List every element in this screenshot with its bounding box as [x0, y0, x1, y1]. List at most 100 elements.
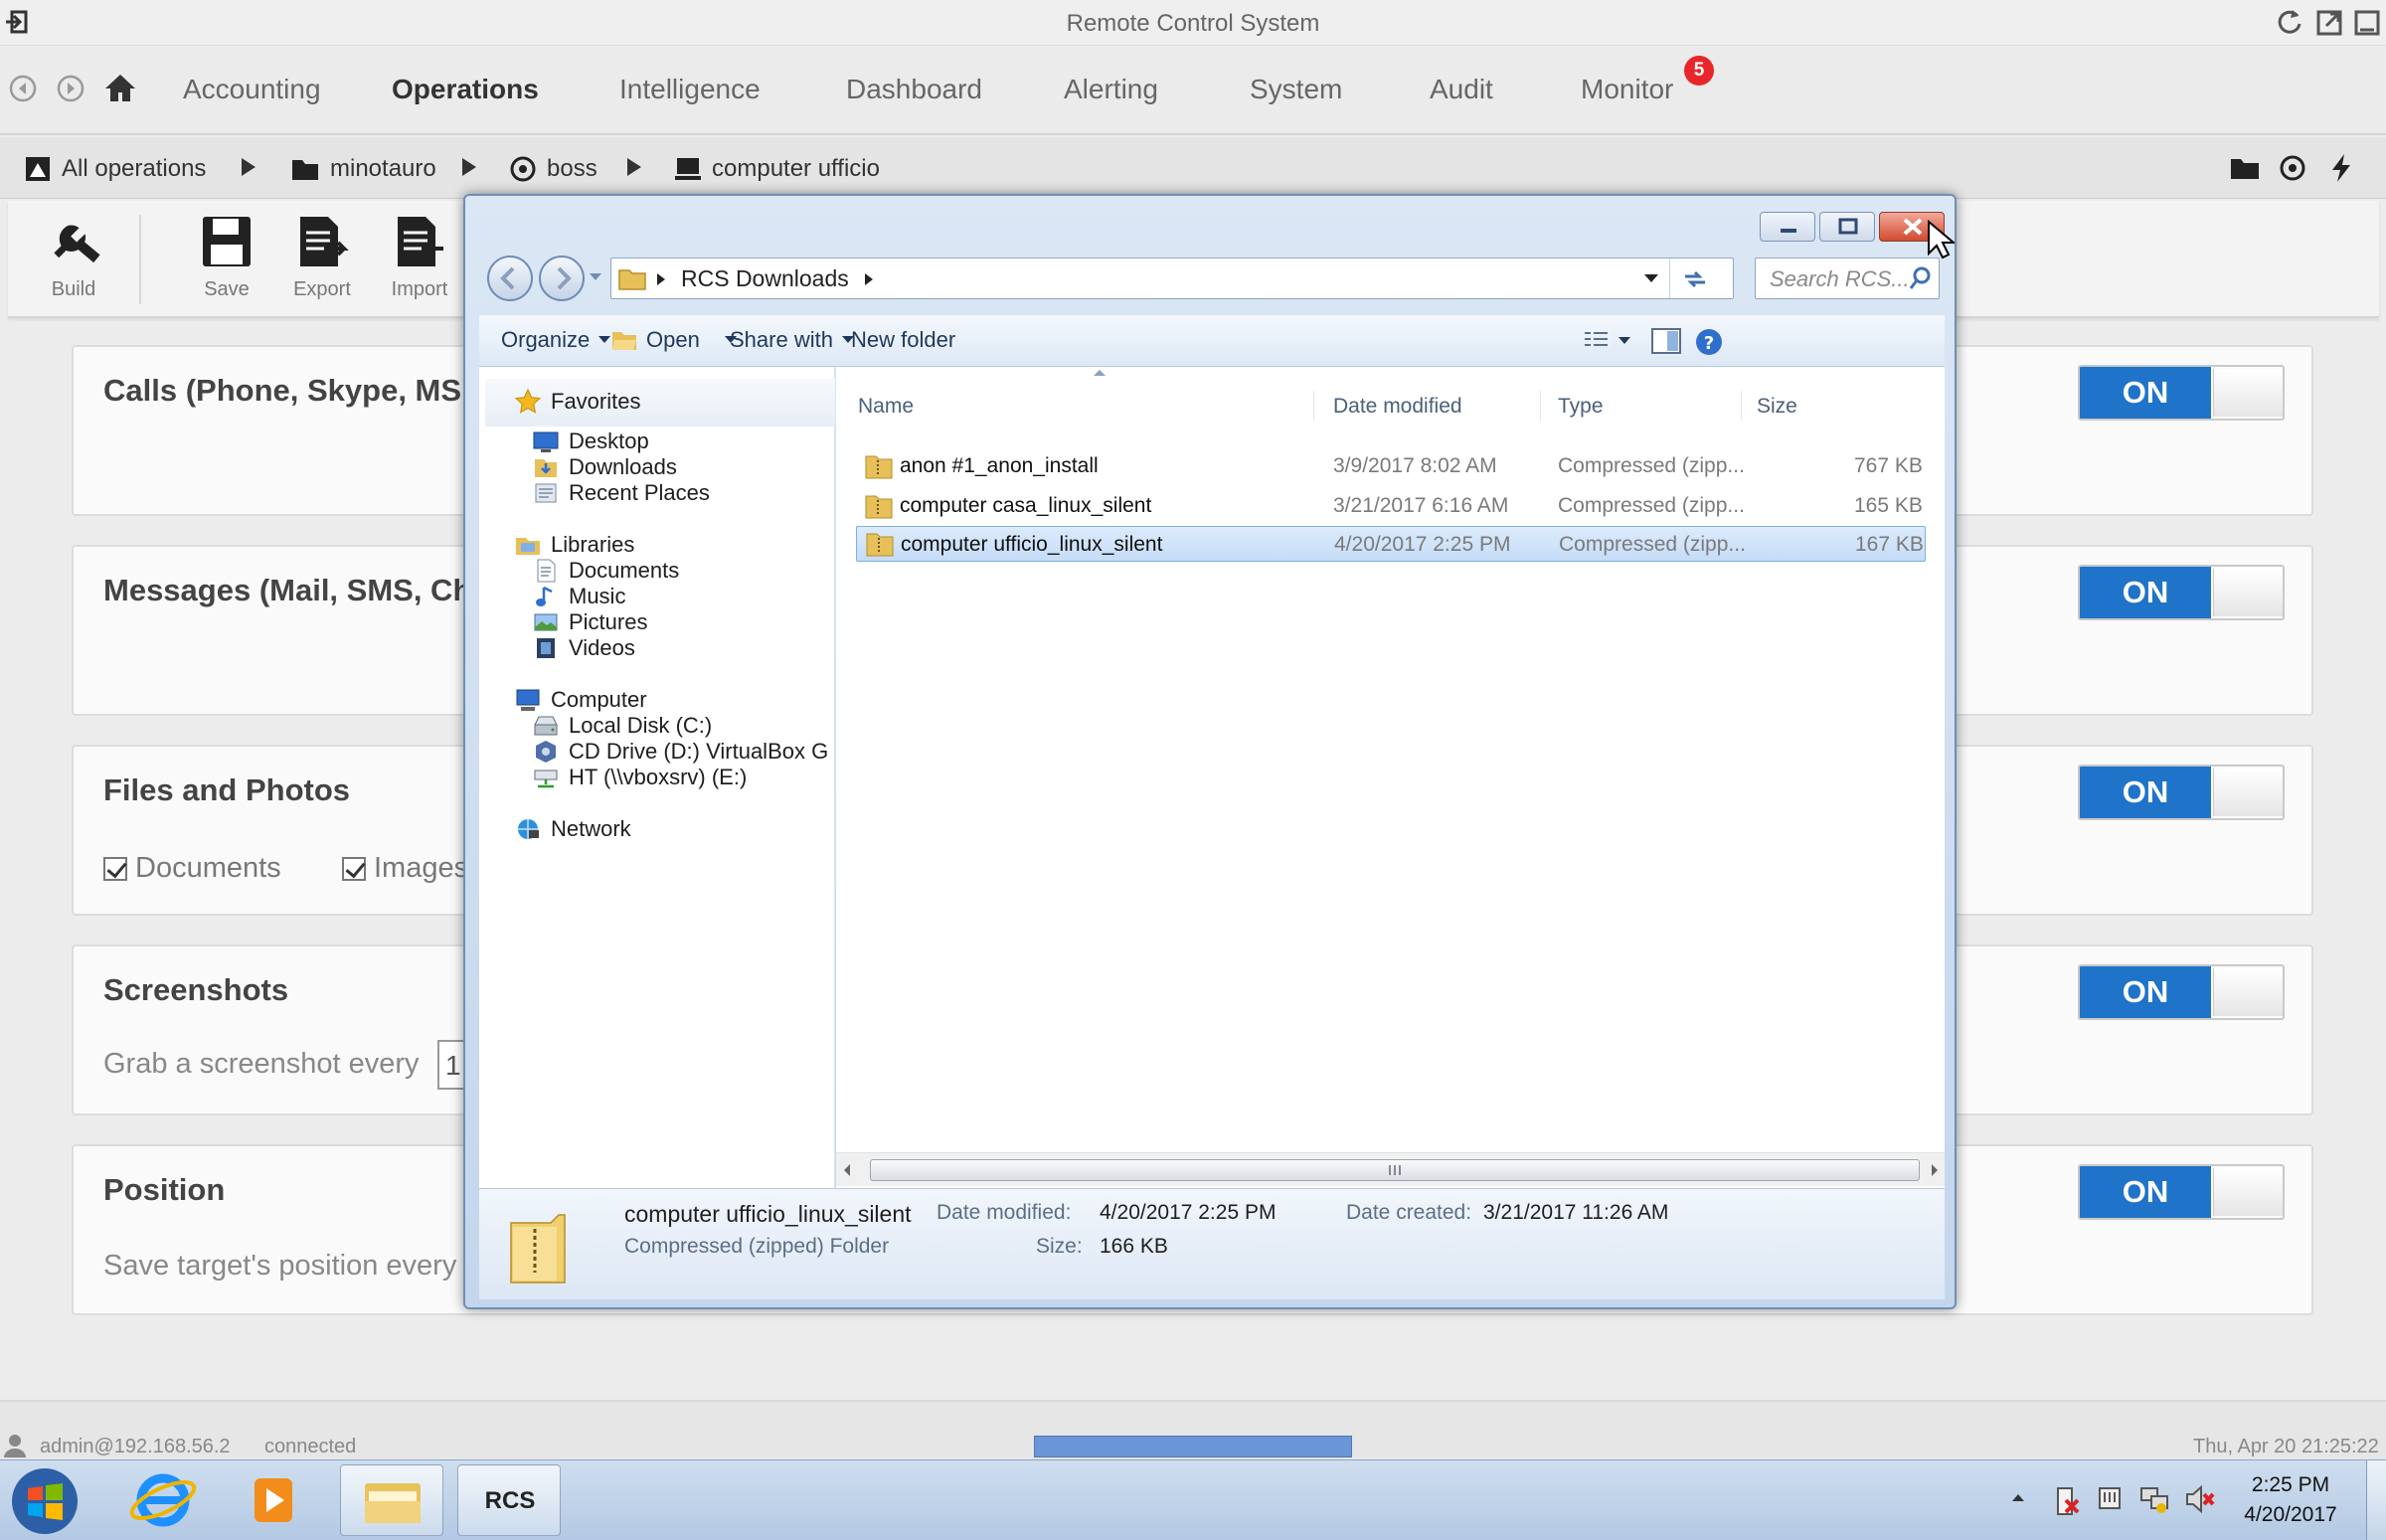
nav-recent-places[interactable]: Recent Places — [533, 480, 710, 506]
build-button[interactable]: Build — [34, 211, 113, 301]
scroll-left-icon[interactable] — [842, 1163, 852, 1177]
module-toggle[interactable]: ON — [2078, 565, 2285, 620]
nav-intelligence[interactable]: Intelligence — [619, 74, 761, 105]
search-icon[interactable] — [1909, 266, 1931, 290]
nav-monitor[interactable]: Monitor — [1581, 74, 1673, 105]
home-icon[interactable] — [103, 72, 137, 103]
status-connection: connected — [264, 1436, 357, 1457]
address-path[interactable]: RCS Downloads — [681, 265, 849, 292]
nav-libraries[interactable]: Libraries — [515, 532, 634, 558]
open-button[interactable]: Open — [610, 327, 738, 353]
action-center-icon[interactable] — [2052, 1486, 2082, 1516]
nav-local-disk[interactable]: Local Disk (C:) — [533, 713, 712, 739]
media-player-icon — [255, 1478, 292, 1522]
file-row-selected[interactable]: computer ufficio_linux_silent 4/20/2017 … — [856, 526, 1926, 562]
view-options-icon[interactable] — [1583, 329, 1632, 353]
scroll-thumb[interactable] — [870, 1159, 1920, 1181]
file-name: computer ufficio_linux_silent — [901, 533, 1163, 556]
device-icon[interactable] — [2096, 1484, 2124, 1514]
clock[interactable]: 2:25 PM 4/20/2017 — [2243, 1470, 2338, 1530]
forward-icon[interactable] — [56, 74, 85, 103]
column-header-size[interactable]: Size — [1757, 395, 1797, 419]
nav-system[interactable]: System — [1250, 74, 1342, 105]
breadcrumb-separator-icon — [459, 155, 479, 179]
images-checkbox[interactable]: Images — [342, 852, 468, 885]
column-header-name[interactable]: Name — [858, 395, 914, 419]
nav-pictures[interactable]: Pictures — [533, 609, 647, 635]
rcs-taskbar-button[interactable]: RCS — [457, 1464, 561, 1536]
documents-checkbox[interactable]: Documents — [103, 852, 281, 885]
nav-downloads[interactable]: Downloads — [533, 454, 677, 480]
zip-folder-icon — [865, 495, 893, 519]
windows-start-icon[interactable] — [10, 1466, 80, 1536]
open-folder-icon — [612, 332, 636, 350]
explorer-taskbar-button[interactable] — [340, 1464, 443, 1536]
new-folder-button[interactable]: New folder — [851, 327, 955, 353]
address-dropdown-icon[interactable] — [1643, 272, 1659, 284]
refresh-icon[interactable] — [2273, 6, 2304, 38]
nav-dashboard[interactable]: Dashboard — [846, 74, 982, 105]
refresh-icon[interactable] — [1681, 266, 1709, 292]
module-toggle[interactable]: ON — [2078, 964, 2285, 1020]
nav-cd-drive[interactable]: CD Drive (D:) VirtualBox G — [533, 739, 828, 765]
organize-button[interactable]: Organize — [501, 327, 611, 353]
nav-operations[interactable]: Operations — [392, 74, 539, 105]
breadcrumb-item-operation[interactable]: minotauro — [290, 155, 436, 183]
module-toggle[interactable]: ON — [2078, 1164, 2285, 1220]
recent-pages-dropdown-icon[interactable] — [589, 271, 602, 283]
search-input[interactable]: Search RCS... — [1755, 257, 1940, 299]
horizontal-scrollbar[interactable] — [836, 1152, 1945, 1186]
media-player-taskbar-button[interactable] — [221, 1464, 324, 1536]
share-with-button[interactable]: Share with — [730, 327, 855, 353]
rcs-taskbar-label: RCS — [484, 1487, 536, 1514]
explorer-maximize-button[interactable] — [1819, 212, 1875, 242]
save-button[interactable]: Save — [187, 211, 266, 301]
breadcrumb-item-all-operations[interactable]: All operations — [24, 155, 206, 183]
export-button[interactable]: Export — [282, 211, 362, 301]
share-label: Share with — [730, 327, 833, 352]
import-button[interactable]: Import — [380, 211, 459, 301]
show-hidden-icons-icon[interactable] — [2010, 1490, 2026, 1504]
lightning-icon[interactable] — [2330, 153, 2352, 183]
nav-documents[interactable]: Documents — [533, 558, 679, 584]
nav-label: CD Drive (D:) VirtualBox G — [569, 739, 829, 764]
network-icon[interactable] — [2139, 1484, 2169, 1514]
nav-audit[interactable]: Audit — [1430, 74, 1493, 105]
minimize-icon[interactable] — [2352, 6, 2384, 38]
volume-muted-icon[interactable] — [2185, 1484, 2215, 1514]
explorer-forward-button[interactable] — [537, 254, 587, 303]
nav-computer[interactable]: Computer — [515, 687, 647, 713]
maximize-icon[interactable] — [2314, 6, 2346, 38]
module-toggle[interactable]: ON — [2078, 765, 2285, 820]
nav-alerting[interactable]: Alerting — [1064, 74, 1158, 105]
checkbox-box — [342, 856, 366, 881]
target-icon[interactable] — [2279, 154, 2306, 182]
column-header-date-modified[interactable]: Date modified — [1333, 395, 1462, 419]
file-row[interactable]: computer casa_linux_silent 3/21/2017 6:1… — [856, 488, 1926, 524]
nav-videos[interactable]: Videos — [533, 635, 635, 661]
nav-accounting[interactable]: Accounting — [183, 74, 321, 105]
address-bar[interactable]: RCS Downloads — [610, 257, 1734, 299]
file-row[interactable]: anon #1_anon_install 3/9/2017 8:02 AM Co… — [856, 448, 1926, 484]
nav-favorites[interactable]: Favorites — [515, 389, 640, 415]
nav-music[interactable]: Music — [533, 584, 625, 609]
file-type: Compressed (zipp... — [1558, 494, 1745, 517]
explorer-minimize-button[interactable] — [1760, 212, 1815, 242]
module-toggle[interactable]: ON — [2078, 365, 2285, 421]
scroll-right-icon[interactable] — [1930, 1163, 1940, 1177]
folder-icon — [292, 160, 318, 180]
nav-network-drive[interactable]: HT (\\vboxsrv) (E:) — [533, 765, 747, 790]
nav-network[interactable]: Network — [515, 816, 631, 842]
show-desktop-button[interactable] — [2366, 1460, 2386, 1540]
breadcrumb-item-agent[interactable]: computer ufficio — [674, 155, 880, 183]
column-header-type[interactable]: Type — [1558, 395, 1604, 419]
help-icon[interactable]: ? — [1694, 327, 1724, 357]
preview-pane-icon[interactable] — [1650, 327, 1682, 355]
explorer-back-button[interactable] — [485, 254, 535, 303]
app-titlebar: Remote Control System — [0, 0, 2386, 46]
folder-icon[interactable] — [2229, 155, 2261, 181]
ie-taskbar-button[interactable] — [111, 1464, 215, 1536]
breadcrumb-item-target[interactable]: boss — [509, 155, 597, 183]
back-icon[interactable] — [8, 74, 38, 103]
nav-desktop[interactable]: Desktop — [533, 428, 649, 454]
